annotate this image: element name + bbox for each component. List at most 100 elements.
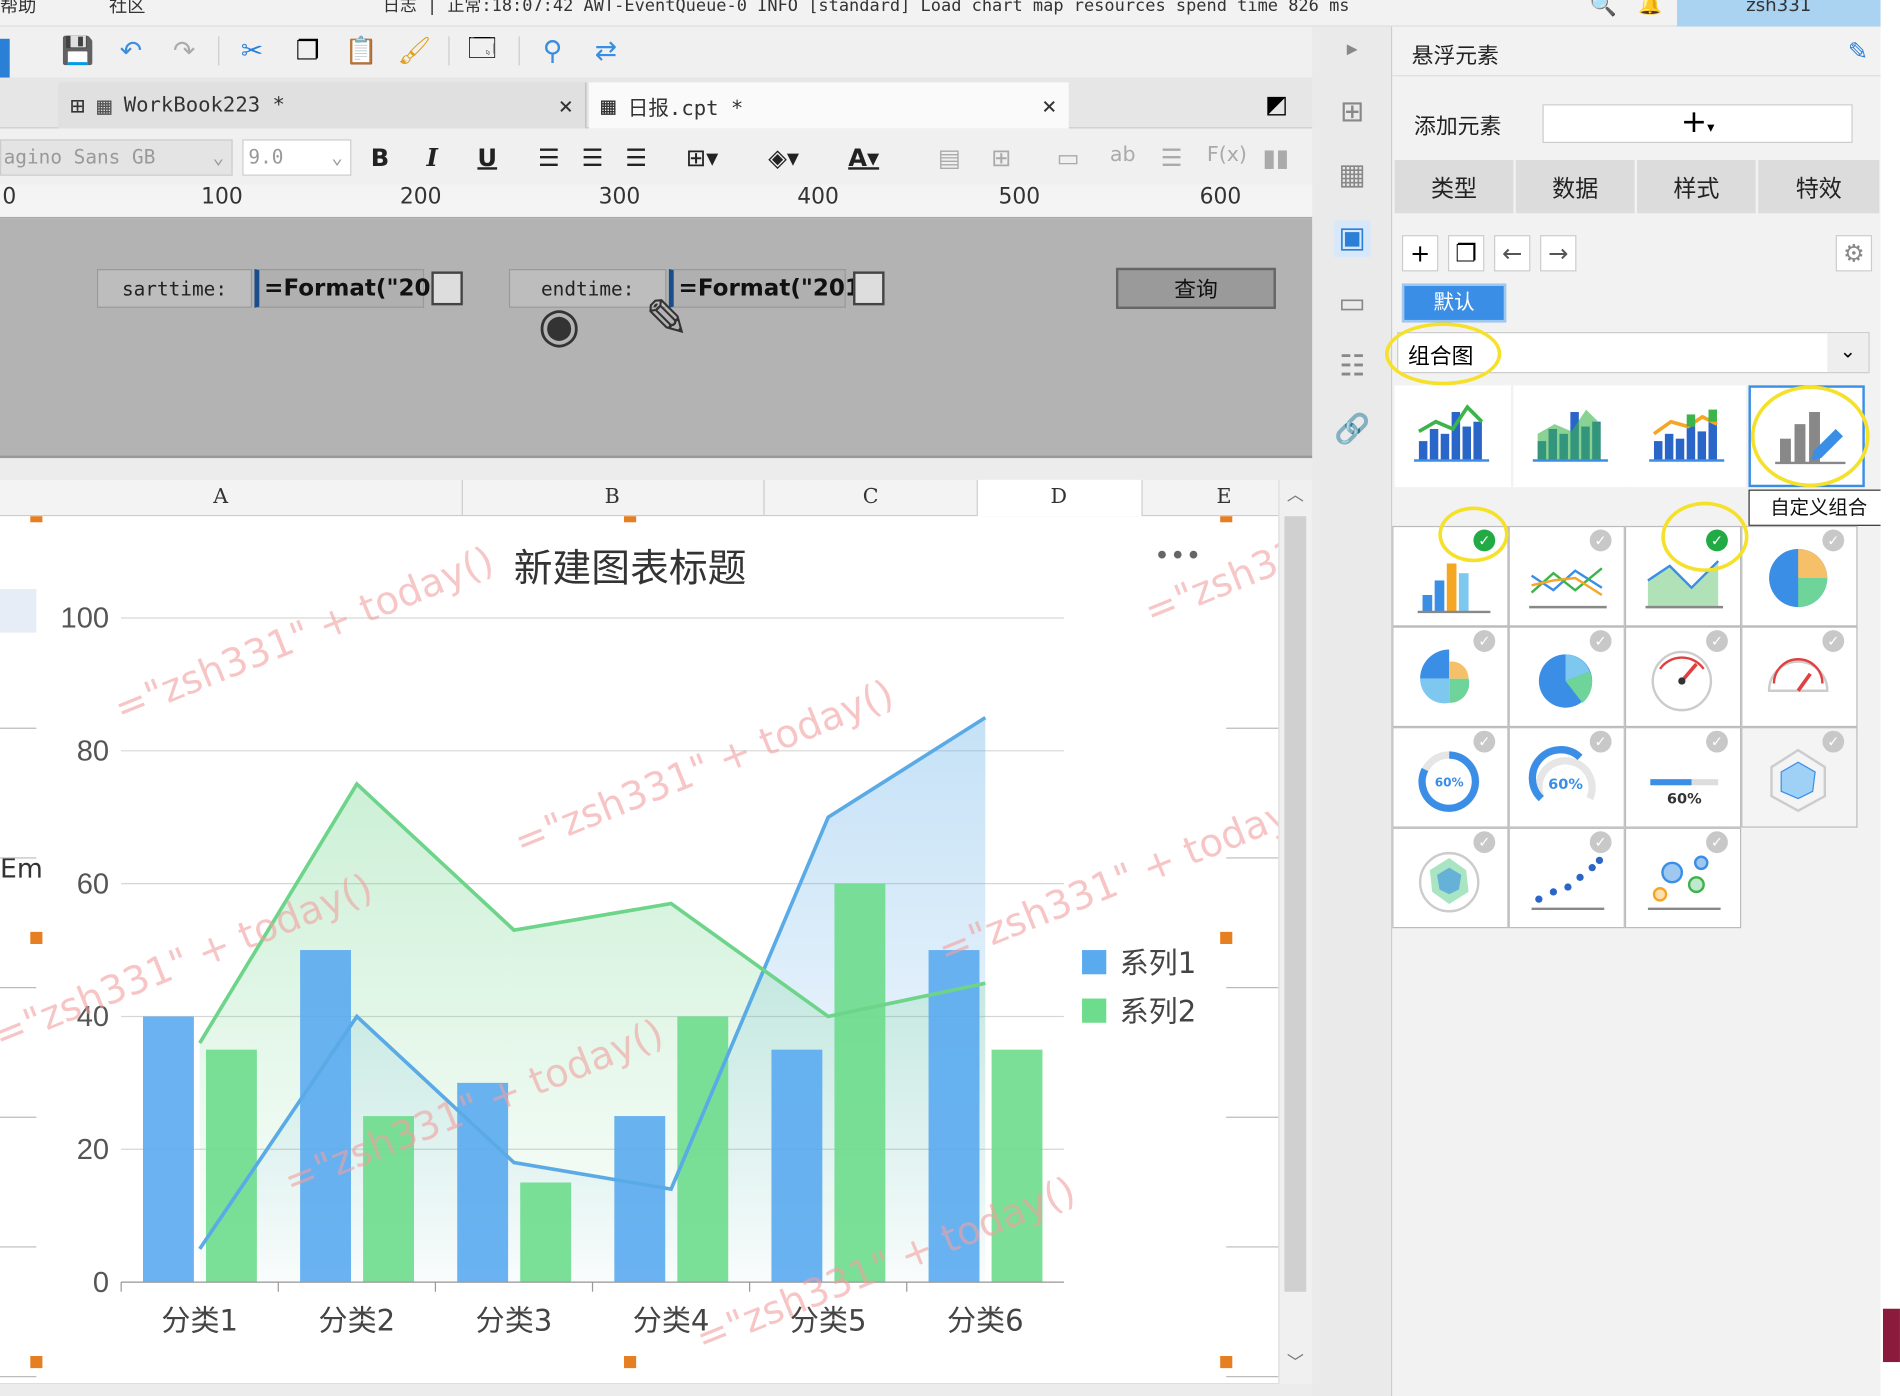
copy-icon[interactable]: ❐ xyxy=(1447,235,1485,272)
cell-attr-icon[interactable]: ▦ xyxy=(1334,158,1370,194)
tab-workbook[interactable]: ⊞ ▦ WorkBook223 * × xyxy=(58,82,587,129)
cell-icon[interactable]: ⊞ xyxy=(1334,95,1370,131)
ab-icon[interactable]: ab xyxy=(1110,143,1136,167)
plugin-icon[interactable]: ⚲ xyxy=(536,34,570,68)
bell-icon[interactable]: 🔔 xyxy=(1638,0,1662,16)
font-select[interactable]: agino Sans GB ⌄ xyxy=(0,139,233,176)
chart-type-pie[interactable]: ✓ xyxy=(1741,525,1858,627)
arrow-right-icon[interactable]: → xyxy=(1540,235,1577,272)
chart-type-ring[interactable]: ✓ 60% xyxy=(1392,727,1509,828)
default-tag[interactable]: 默认 xyxy=(1401,283,1507,323)
column-d[interactable]: D xyxy=(1051,485,1068,509)
custom-combo-thumb[interactable] xyxy=(1748,385,1865,488)
chart-type-pie-variant[interactable]: ✓ xyxy=(1508,626,1625,728)
copy-icon[interactable]: ❐ xyxy=(291,34,325,68)
chart-type-gauge[interactable]: ✓ xyxy=(1624,626,1742,728)
chart-type-radar[interactable]: ✓ xyxy=(1741,727,1858,828)
tab-menu-icon[interactable]: ◩ xyxy=(1265,90,1288,119)
cut-icon[interactable]: ✂ xyxy=(235,34,269,68)
underline-button[interactable]: U xyxy=(477,143,497,172)
close-icon[interactable]: × xyxy=(559,91,574,120)
chart-type-bar[interactable]: ✓ xyxy=(1392,525,1509,627)
add-element-button[interactable]: +▾ xyxy=(1542,104,1853,143)
chart-type-progress[interactable]: ✓ 60% xyxy=(1624,727,1742,828)
start-time-field[interactable]: =Format("201 xyxy=(254,269,447,308)
vertical-scrollbar[interactable]: ︿ ﹀ xyxy=(1278,479,1313,1384)
chart-type-radar-area[interactable]: ✓ xyxy=(1392,827,1509,929)
chart-type-rose[interactable]: ✓ xyxy=(1392,626,1509,728)
tab-daily-report[interactable]: ▦ 日报.cpt * × xyxy=(588,82,1069,129)
merge-icon[interactable]: ▤ xyxy=(938,143,961,172)
link-icon[interactable]: 🔗 xyxy=(1334,412,1370,448)
widget-icon[interactable]: ▭ xyxy=(1334,286,1370,322)
combo-bar-line-thumb[interactable] xyxy=(1394,385,1511,488)
chart-type-area[interactable]: ✓ xyxy=(1624,525,1742,627)
text-box-icon[interactable]: 🗔 xyxy=(465,34,499,68)
list-icon[interactable]: ☰ xyxy=(1161,143,1183,172)
pencil-icon[interactable]: ✎ xyxy=(645,288,690,350)
combo-chart[interactable]: Em020406080100新建图表标题 •••分类1 分类2 分类3 分类4 分类5 分类… xyxy=(0,441,1530,1385)
formula-icon[interactable]: F(x) xyxy=(1207,143,1247,167)
edit-icon[interactable]: ✎ xyxy=(1848,36,1868,65)
column-b[interactable]: B xyxy=(605,485,620,509)
combo-stack-thumb[interactable] xyxy=(1629,385,1747,488)
align-center-icon[interactable]: ☰ xyxy=(582,143,604,172)
calendar-icon[interactable] xyxy=(853,271,885,306)
add-icon[interactable]: + xyxy=(1401,235,1439,272)
legend-label: 系列2 xyxy=(1120,995,1197,1029)
save-icon[interactable]: 💾 xyxy=(61,34,95,68)
table-icon[interactable]: ⊞ xyxy=(991,143,1011,172)
search-icon[interactable]: 🔍 xyxy=(1590,0,1617,18)
chart-icon[interactable]: ▮▮ xyxy=(1263,143,1290,172)
sync-icon[interactable]: ⇄ xyxy=(589,34,623,68)
tab-label: 日报.cpt * xyxy=(627,96,744,121)
float-element-icon[interactable]: ▣ xyxy=(1334,220,1371,257)
tab-style[interactable]: 样式 xyxy=(1637,159,1756,214)
close-icon[interactable]: × xyxy=(1042,91,1057,120)
tab-type[interactable]: 类型 xyxy=(1394,159,1514,214)
column-e[interactable]: E xyxy=(1217,485,1232,509)
chart-type-bubble[interactable]: ✓ xyxy=(1624,827,1742,929)
align-right-icon[interactable]: ☰ xyxy=(625,143,647,172)
community-menu[interactable]: 社区 xyxy=(109,0,145,18)
collapse-arrow-icon[interactable]: ▸ xyxy=(1334,36,1370,72)
scroll-thumb[interactable] xyxy=(1284,516,1307,1292)
bold-button[interactable]: B xyxy=(371,143,389,172)
font-size-select[interactable]: 9.0 ⌄ xyxy=(242,139,352,176)
help-menu[interactable]: 帮助 xyxy=(0,0,36,18)
sheet-area[interactable]: Em 0 20 40 60 80 100 新建图表标题 ••• 分类1 分类2 分类3 分类4 分类5 分类… xyxy=(0,441,1530,1385)
paste-icon[interactable]: 📋 xyxy=(344,34,378,68)
tab-data[interactable]: 数据 xyxy=(1515,159,1635,214)
calendar-icon[interactable] xyxy=(431,271,463,306)
chevron-down-icon[interactable]: ⌄ xyxy=(1827,333,1869,373)
chevron-down-icon: ▾ xyxy=(1707,118,1715,136)
hidden-eye-icon[interactable]: ◉ xyxy=(538,298,580,354)
query-button[interactable]: 查询 xyxy=(1115,267,1276,310)
gear-icon[interactable]: ⚙ xyxy=(1835,235,1873,272)
scroll-down-icon[interactable]: ﹀ xyxy=(1287,1350,1304,1374)
fill-color-icon[interactable]: ◈▾ xyxy=(768,143,799,172)
column-a[interactable]: A xyxy=(213,485,228,509)
border-icon[interactable]: ⊞▾ xyxy=(686,143,718,172)
user-badge[interactable]: zsh331 xyxy=(1676,0,1881,27)
combo-bar-area-thumb[interactable] xyxy=(1513,385,1630,488)
font-color-icon[interactable]: A▾ xyxy=(848,143,879,172)
italic-button[interactable]: I xyxy=(427,143,438,172)
chart-type-scatter[interactable]: ✓ xyxy=(1508,827,1625,929)
undo-icon[interactable]: ↶ xyxy=(114,34,148,68)
column-c[interactable]: C xyxy=(863,485,879,509)
tab-effect[interactable]: 特效 xyxy=(1758,159,1880,214)
chart-type-slot[interactable]: ✓ 60% xyxy=(1508,727,1625,828)
textfield-icon[interactable]: ▭ xyxy=(1057,143,1080,172)
condition-icon[interactable]: ☷ xyxy=(1334,349,1370,385)
chart-type-select[interactable]: 组合图 ⌄ xyxy=(1397,332,1870,374)
scroll-up-icon[interactable]: ︿ xyxy=(1287,482,1304,506)
arrow-left-icon[interactable]: ← xyxy=(1494,235,1531,272)
chart-type-gauge-half[interactable]: ✓ xyxy=(1741,626,1858,728)
redo-icon[interactable]: ↷ xyxy=(167,34,201,68)
chart-type-line[interactable]: ✓ xyxy=(1508,525,1625,627)
check-icon: ✓ xyxy=(1706,730,1728,753)
format-brush-icon[interactable]: 🖌 xyxy=(397,34,431,68)
end-time-field[interactable]: =Format("201 xyxy=(668,269,861,308)
align-left-icon[interactable]: ☰ xyxy=(538,143,560,172)
